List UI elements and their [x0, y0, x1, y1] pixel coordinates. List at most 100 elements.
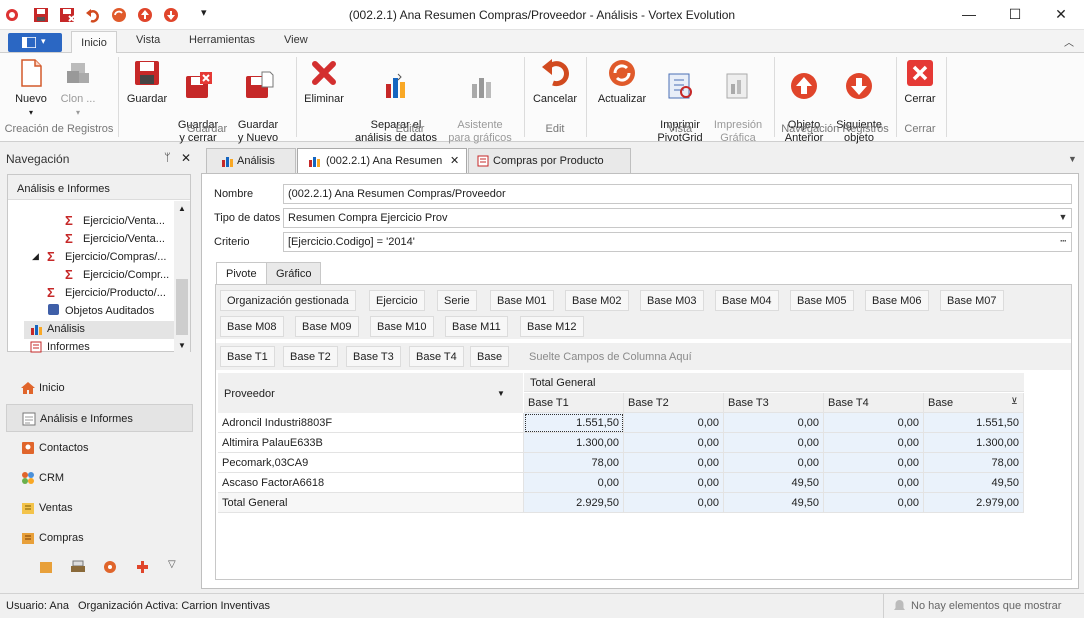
printer-icon[interactable]	[70, 559, 86, 575]
data-field-chip[interactable]: Base T4	[409, 346, 464, 367]
field-chip[interactable]: Base M07	[940, 290, 1004, 311]
field-chip[interactable]: Serie	[437, 290, 477, 311]
data-cell[interactable]: 0,00	[824, 413, 924, 433]
tab-grafico[interactable]: Gráfico	[266, 262, 322, 285]
data-cell[interactable]: 78,00	[524, 453, 624, 473]
module-contactos[interactable]: Contactos	[6, 434, 193, 462]
maximize-button[interactable]: ☐	[992, 0, 1038, 30]
data-field-chip[interactable]: Base T3	[346, 346, 401, 367]
objeto-anterior-button[interactable]: Objeto Anterior	[780, 57, 828, 158]
criterio-field[interactable]: [Ejercicio.Codigo] = '2014' ···	[283, 232, 1072, 252]
nuevo-button[interactable]: Nuevo ▾	[10, 57, 52, 119]
column-header[interactable]: Base T2	[624, 393, 724, 413]
field-chip[interactable]: Base M08	[220, 316, 284, 337]
data-cell[interactable]: 49,50	[724, 493, 824, 513]
nombre-field[interactable]: (002.2.1) Ana Resumen Compras/Proveedor	[283, 184, 1072, 204]
data-field-chip[interactable]: Base T1	[220, 346, 275, 367]
sort-arrow-icon[interactable]: ▼	[497, 389, 505, 398]
tools-icon[interactable]	[102, 559, 118, 575]
field-chip[interactable]: Base M02	[565, 290, 629, 311]
field-chip[interactable]: Base M04	[715, 290, 779, 311]
scroll-up-icon[interactable]: ▲	[178, 204, 186, 213]
actualizar-button[interactable]: Actualizar	[594, 57, 650, 106]
tree-item[interactable]: Ejercicio/Venta...	[83, 233, 165, 245]
tree-item[interactable]: Ejercicio/Compras/...	[65, 251, 166, 263]
data-cell[interactable]: 1.300,00	[524, 433, 624, 453]
guardar-cerrar-button[interactable]: Guardar y cerrar	[174, 57, 222, 158]
tab-inicio[interactable]: Inicio	[71, 31, 117, 54]
box-icon[interactable]	[38, 559, 54, 575]
module-ventas[interactable]: Ventas	[6, 494, 193, 522]
field-chip[interactable]: Base M06	[865, 290, 929, 311]
plugin-icon[interactable]	[134, 559, 150, 575]
file-menu-button[interactable]: ▾	[8, 33, 62, 52]
column-header[interactable]: Base	[924, 393, 1024, 413]
clon-button[interactable]: Clon ... ▾	[56, 57, 100, 119]
guardar-nuevo-button[interactable]: Guardar y Nuevo	[232, 57, 284, 158]
eliminar-button[interactable]: Eliminar	[302, 57, 346, 106]
dropdown-arrow-icon[interactable]: ▼	[1055, 209, 1071, 227]
data-cell[interactable]: 1.551,50	[924, 413, 1024, 433]
data-cell[interactable]: 0,00	[824, 433, 924, 453]
data-cell[interactable]: 49,50	[724, 473, 824, 493]
data-cell[interactable]: 2.979,00	[924, 493, 1024, 513]
guardar-button[interactable]: Guardar	[124, 57, 170, 106]
data-cell[interactable]: 0,00	[824, 453, 924, 473]
data-field-chip[interactable]: Base T2	[283, 346, 338, 367]
field-chip[interactable]: Base M11	[445, 316, 508, 337]
module-analisis[interactable]: Análisis e Informes	[6, 404, 193, 432]
tree-item[interactable]: Objetos Auditados	[65, 305, 154, 317]
column-header[interactable]: Base T1	[524, 393, 624, 413]
data-cell[interactable]: 0,00	[724, 413, 824, 433]
close-tab-icon[interactable]: ✕	[450, 154, 459, 167]
tab-herramientas[interactable]: Herramientas	[189, 34, 255, 46]
separar-button[interactable]: Separar el análisis de datos	[352, 57, 440, 158]
doc-tab-analisis[interactable]: Análisis	[206, 148, 296, 173]
collapse-ribbon-icon[interactable]: ︿	[1064, 34, 1074, 49]
field-chip[interactable]: Base M03	[640, 290, 704, 311]
tipo-datos-select[interactable]: Resumen Compra Ejercicio Prov ▼	[283, 208, 1072, 228]
data-cell[interactable]: 0,00	[624, 413, 724, 433]
data-cell[interactable]: 0,00	[824, 493, 924, 513]
impresion-grafica-button[interactable]: Impresión Gráfica	[710, 57, 766, 158]
module-crm[interactable]: CRM	[6, 464, 193, 492]
data-cell[interactable]: 0,00	[624, 453, 724, 473]
row-header[interactable]: Ascaso FactorA6618	[218, 473, 524, 493]
tree-item[interactable]: Ejercicio/Compr...	[83, 269, 169, 281]
data-cell[interactable]: 0,00	[524, 473, 624, 493]
close-window-button[interactable]: ✕	[1038, 0, 1084, 30]
data-cell[interactable]: 0,00	[724, 453, 824, 473]
tree-item-analisis[interactable]: Análisis	[47, 323, 85, 335]
doc-tab-ana-resumen[interactable]: (002.2.1) Ana Resumen ✕	[297, 148, 467, 174]
tab-vista[interactable]: Vista	[136, 34, 160, 46]
minimize-button[interactable]: —	[946, 0, 992, 30]
data-cell[interactable]: 2.929,50	[524, 493, 624, 513]
field-chip[interactable]: Ejercicio	[369, 290, 425, 311]
field-chip[interactable]: Base M05	[790, 290, 854, 311]
module-inicio[interactable]: Inicio	[6, 374, 193, 402]
tree-item[interactable]: Informes	[47, 341, 90, 353]
field-chip[interactable]: Organización gestionada	[220, 290, 356, 311]
imprimir-pivotgrid-button[interactable]: Imprimir PivotGrid	[654, 57, 706, 158]
field-chip[interactable]: Base M12	[520, 316, 584, 337]
data-cell[interactable]: 1.300,00	[924, 433, 1024, 453]
siguiente-objeto-button[interactable]: Siguiente objeto	[834, 57, 884, 158]
asistente-button[interactable]: Asistente para gráficos	[444, 57, 516, 158]
column-header[interactable]: Base T3	[724, 393, 824, 413]
doc-tab-compras-producto[interactable]: Compras por Producto	[468, 148, 631, 173]
bell-icon[interactable]	[893, 599, 906, 612]
row-header[interactable]: Altimira PalauE633B	[218, 433, 524, 453]
tab-pivote[interactable]: Pivote	[216, 262, 267, 286]
cancelar-button[interactable]: Cancelar	[530, 57, 580, 106]
tab-view[interactable]: View	[284, 34, 308, 46]
tab-list-icon[interactable]: ▼	[1068, 154, 1077, 164]
field-chip[interactable]: Base M10	[370, 316, 434, 337]
data-field-chip[interactable]: Base	[470, 346, 510, 367]
row-field-header[interactable]: Proveedor ▼	[218, 373, 523, 413]
data-cell[interactable]: 0,00	[624, 473, 724, 493]
scroll-thumb[interactable]	[176, 279, 188, 335]
data-cell[interactable]: 0,00	[624, 433, 724, 453]
data-cell[interactable]: 1.551,50	[524, 413, 624, 433]
data-cell[interactable]: 0,00	[624, 493, 724, 513]
data-cell[interactable]: 0,00	[824, 473, 924, 493]
